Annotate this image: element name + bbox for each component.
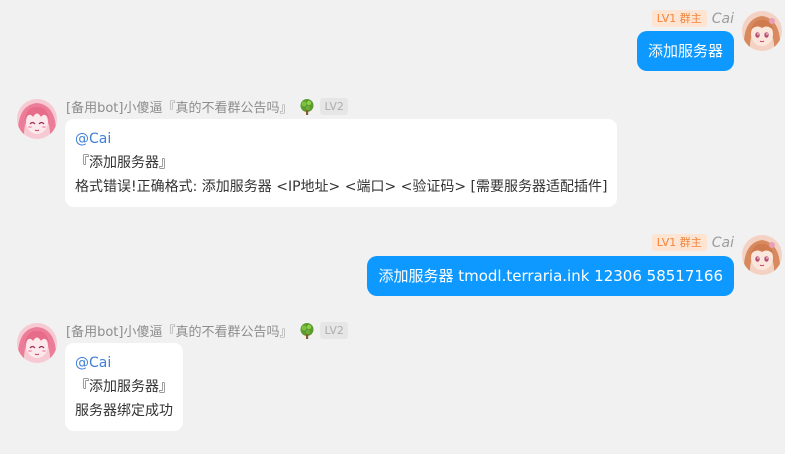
sender-header: [备用bot]小傻逼『真的不看群公告吗』 LV2 xyxy=(66,321,348,340)
message-bubble[interactable]: @Cai 『添加服务器』 格式错误!正确格式: 添加服务器 <IP地址> <端口… xyxy=(65,119,618,207)
sender-name[interactable]: Cai xyxy=(712,235,734,251)
message-self-1: LV1 群主 Cai 添加服务器 xyxy=(0,0,785,90)
level-badge: LV2 xyxy=(320,322,348,339)
message-bubble[interactable]: @Cai 『添加服务器』 服务器绑定成功 xyxy=(65,343,183,431)
message-line: 『添加服务器』 xyxy=(75,379,173,395)
message-self-2: LV1 群主 Cai 添加服务器 tmodl.terraria.ink 1230… xyxy=(0,224,785,314)
bot-avatar-icon[interactable] xyxy=(17,323,57,363)
owner-badge: LV1 群主 xyxy=(651,10,707,27)
sender-name[interactable]: [备用bot]小傻逼『真的不看群公告吗』 xyxy=(66,321,292,340)
mention-link[interactable]: @Cai xyxy=(75,127,607,151)
message-line: 『添加服务器』 xyxy=(75,155,173,171)
message-bubble[interactable]: 添加服务器 xyxy=(636,31,734,71)
message-line: 格式错误!正确格式: 添加服务器 <IP地址> <端口> <验证码> [需要服务… xyxy=(75,179,608,195)
message-bubble[interactable]: 添加服务器 tmodl.terraria.ink 12306 58517166 xyxy=(367,256,734,296)
sender-name[interactable]: Cai xyxy=(712,11,734,27)
owner-badge: LV1 群主 xyxy=(651,234,707,251)
sender-header: LV1 群主 Cai xyxy=(651,234,734,251)
self-avatar-icon[interactable] xyxy=(742,11,782,51)
self-avatar-icon[interactable] xyxy=(742,235,782,275)
sender-name[interactable]: [备用bot]小傻逼『真的不看群公告吗』 xyxy=(66,97,292,116)
sender-header: LV1 群主 Cai xyxy=(651,10,734,27)
tree-level-icon xyxy=(298,98,316,116)
sender-header: [备用bot]小傻逼『真的不看群公告吗』 LV2 xyxy=(66,97,348,116)
message-bot-1: [备用bot]小傻逼『真的不看群公告吗』 LV2 @Cai 『添加服务器』 格式… xyxy=(0,90,785,220)
message-bot-2: [备用bot]小傻逼『真的不看群公告吗』 LV2 @Cai 『添加服务器』 服务… xyxy=(0,314,785,444)
message-line: 服务器绑定成功 xyxy=(75,403,173,419)
bot-avatar-icon[interactable] xyxy=(17,99,57,139)
mention-link[interactable]: @Cai xyxy=(75,351,173,375)
tree-level-icon xyxy=(298,322,316,340)
level-badge: LV2 xyxy=(320,98,348,115)
